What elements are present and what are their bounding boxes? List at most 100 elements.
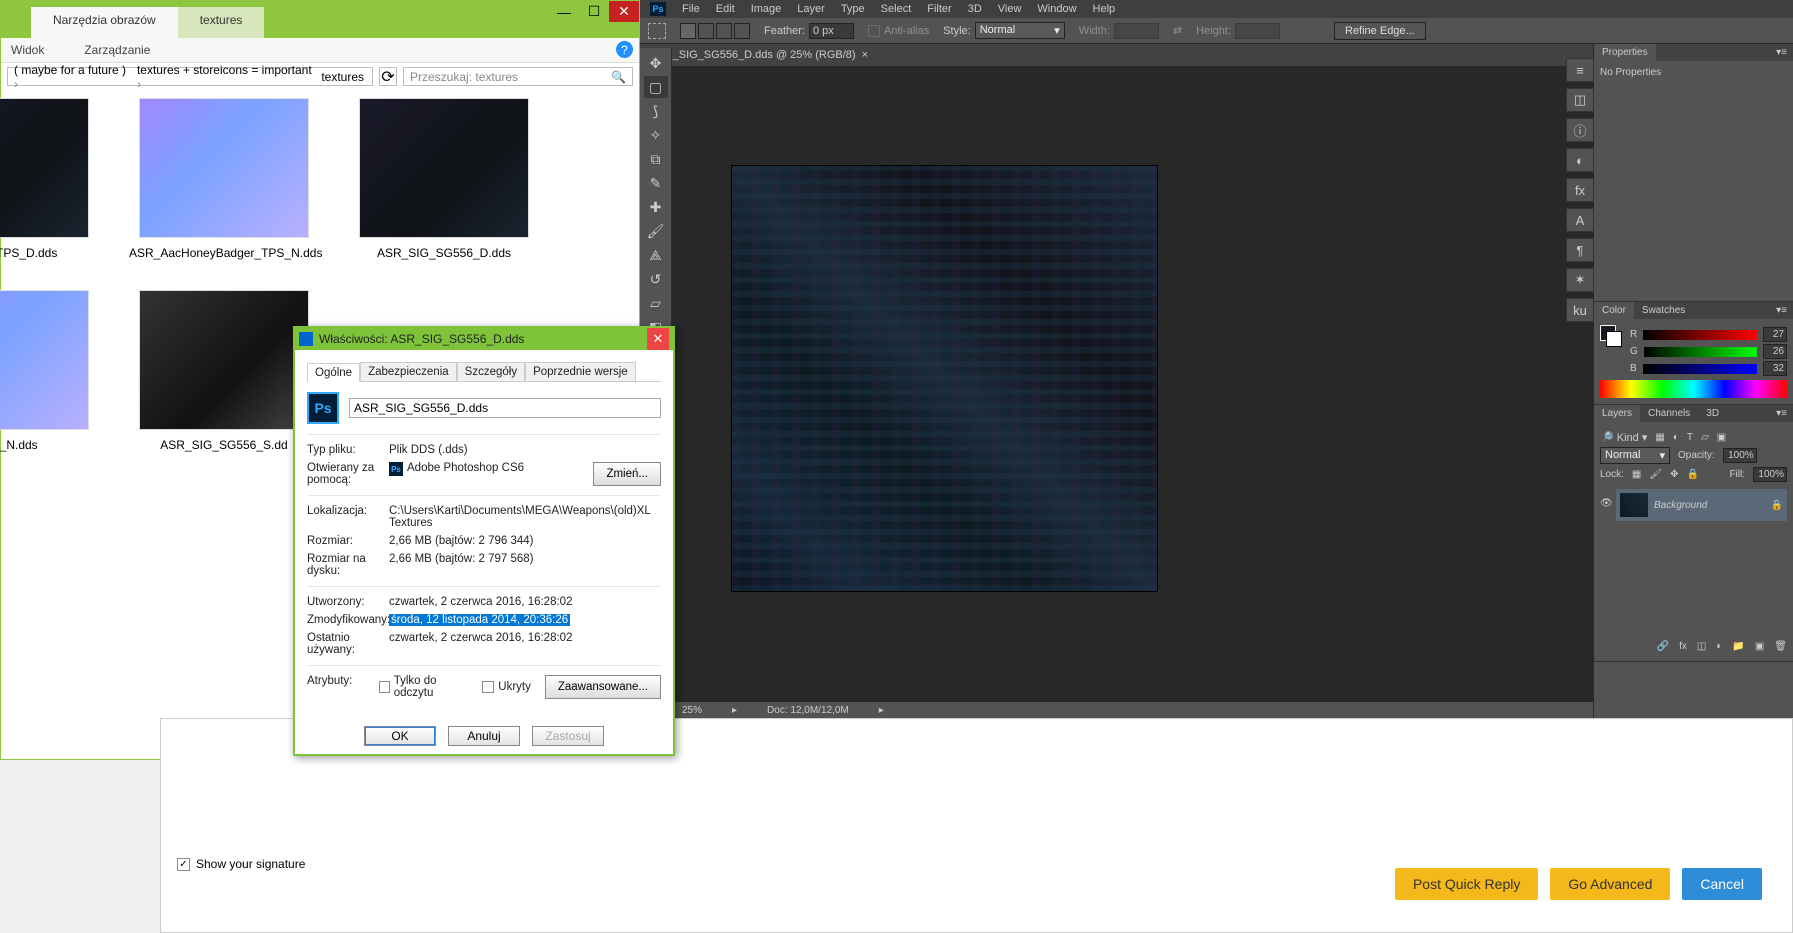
close-button[interactable]: ✕ — [647, 328, 669, 350]
selection-add-icon[interactable] — [698, 23, 714, 39]
ribbon-tab-image-tools[interactable]: Narzędzia obrazów — [31, 7, 178, 38]
eyedropper-tool-icon[interactable]: ✎ — [644, 172, 668, 194]
paragraph-icon[interactable]: ¶ — [1566, 238, 1594, 262]
menu-type[interactable]: Type — [841, 3, 865, 15]
close-button[interactable]: ✕ — [609, 1, 639, 22]
file-item[interactable]: ASR_SIG_SG556_D.dds — [349, 98, 539, 260]
brushes-icon[interactable]: ✶ — [1566, 268, 1594, 292]
status-icon[interactable]: ▸ — [732, 705, 737, 716]
apply-button[interactable]: Zastosuj — [532, 726, 604, 746]
lock-all-icon[interactable]: 🔒 — [1686, 469, 1698, 480]
refresh-icon[interactable]: ⟳ — [379, 67, 397, 86]
maximize-button[interactable]: ☐ — [579, 1, 609, 22]
change-button[interactable]: Zmień... — [593, 462, 661, 486]
cancel-button[interactable]: Anuluj — [448, 726, 520, 746]
kuler-icon[interactable]: ku — [1566, 298, 1594, 322]
modified-date[interactable]: środa, 12 listopada 2014, 20:36:26 — [389, 614, 570, 626]
selection-new-icon[interactable] — [680, 23, 696, 39]
menu-filter[interactable]: Filter — [927, 3, 951, 15]
menu-edit[interactable]: Edit — [716, 3, 735, 15]
minimize-button[interactable]: — — [549, 1, 579, 22]
ribbon-tab-textures[interactable]: textures — [178, 7, 265, 38]
panel-menu-icon[interactable]: ▾≡ — [1770, 405, 1793, 422]
tab-channels[interactable]: Channels — [1640, 405, 1698, 422]
tab-3d[interactable]: 3D — [1698, 405, 1727, 422]
status-arrow-icon[interactable]: ▸ — [879, 705, 884, 716]
character-icon[interactable]: A — [1566, 208, 1594, 232]
b-value[interactable]: 32 — [1763, 361, 1787, 376]
lock-position-icon[interactable]: ✥ — [1670, 469, 1678, 480]
tab-color[interactable]: Color — [1594, 302, 1634, 319]
r-value[interactable]: 27 — [1763, 327, 1787, 342]
filename-input[interactable] — [349, 398, 661, 418]
layer-item[interactable]: Background 🔒 — [1616, 489, 1787, 521]
marquee-preset-icon[interactable] — [648, 23, 666, 39]
histogram-icon[interactable]: ≡ — [1566, 58, 1594, 82]
menu-view[interactable]: View — [998, 3, 1022, 15]
menu-3d[interactable]: 3D — [968, 3, 982, 15]
file-item[interactable]: ASR_SIG_SG556_S.dd — [129, 290, 319, 452]
info-icon[interactable]: ⓘ — [1566, 118, 1594, 142]
history-brush-icon[interactable]: ↺ — [644, 268, 668, 290]
show-signature-checkbox[interactable]: ✓ — [177, 858, 190, 871]
tab-layers[interactable]: Layers — [1594, 405, 1640, 422]
menu-select[interactable]: Select — [881, 3, 912, 15]
navigator-icon[interactable]: ◫ — [1566, 88, 1594, 112]
r-slider[interactable] — [1643, 330, 1757, 340]
g-slider[interactable] — [1644, 347, 1757, 357]
background-swatch[interactable] — [1606, 331, 1622, 347]
post-quick-reply-button[interactable]: Post Quick Reply — [1395, 868, 1538, 900]
menu-window[interactable]: Window — [1037, 3, 1076, 15]
file-item[interactable]: Badger_TPS_D.dds — [0, 98, 99, 260]
ribbon-manage[interactable]: Zarządzanie — [84, 43, 150, 57]
tab-security[interactable]: Zabezpieczenia — [360, 362, 457, 381]
styles-icon[interactable]: fx — [1566, 178, 1594, 202]
file-item[interactable]: G556_N.dds — [0, 290, 99, 452]
tab-properties[interactable]: Properties — [1594, 44, 1656, 61]
lasso-tool-icon[interactable]: ⟆ — [644, 100, 668, 122]
feather-input[interactable] — [809, 23, 854, 39]
lock-image-icon[interactable]: 🖌 — [1649, 469, 1662, 480]
ok-button[interactable]: OK — [364, 726, 436, 746]
visibility-icon[interactable]: 👁 — [1600, 498, 1616, 509]
move-tool-icon[interactable]: ✥ — [644, 52, 668, 74]
go-advanced-button[interactable]: Go Advanced — [1550, 868, 1670, 900]
b-slider[interactable] — [1643, 364, 1757, 374]
filter-type-icon[interactable]: T — [1687, 432, 1693, 443]
group-icon[interactable]: 📁 — [1732, 641, 1744, 652]
document-canvas[interactable] — [732, 166, 1157, 591]
stamp-tool-icon[interactable]: ⟁ — [644, 244, 668, 266]
breadcrumb[interactable]: textures + storeicons = important — [137, 63, 317, 91]
lock-transparent-icon[interactable]: ▦ — [1632, 469, 1641, 480]
readonly-checkbox[interactable]: Tylko do odczytu — [379, 675, 468, 699]
tab-previous-versions[interactable]: Poprzednie wersje — [525, 362, 636, 381]
healing-tool-icon[interactable]: ✚ — [644, 196, 668, 218]
cancel-button[interactable]: Cancel — [1682, 868, 1762, 900]
wand-tool-icon[interactable]: ✧ — [644, 124, 668, 146]
search-input[interactable]: Przeszukaj: textures 🔍 — [403, 67, 633, 86]
zoom-level[interactable]: 25% — [682, 705, 702, 716]
link-layers-icon[interactable]: 🔗 — [1657, 641, 1669, 652]
ribbon-view[interactable]: Widok — [11, 43, 44, 57]
advanced-button[interactable]: Zaawansowane... — [545, 675, 661, 699]
close-tab-icon[interactable]: × — [862, 49, 868, 61]
filter-pixel-icon[interactable]: ▦ — [1655, 432, 1664, 443]
color-spectrum[interactable] — [1600, 380, 1787, 398]
tab-swatches[interactable]: Swatches — [1634, 302, 1693, 319]
menu-image[interactable]: Image — [751, 3, 782, 15]
style-dropdown[interactable]: Normal▾ — [975, 22, 1065, 39]
hidden-checkbox[interactable]: Ukryty — [482, 675, 531, 699]
address-bar[interactable]: ( maybe for a future ) textures + storei… — [7, 67, 373, 86]
menu-help[interactable]: Help — [1093, 3, 1116, 15]
breadcrumb[interactable]: ( maybe for a future ) — [14, 63, 133, 91]
opacity-value[interactable]: 100% — [1723, 448, 1757, 463]
panel-menu-icon[interactable]: ▾≡ — [1770, 302, 1793, 319]
tab-details[interactable]: Szczegóły — [457, 362, 525, 381]
refine-edge-button[interactable]: Refine Edge... — [1334, 22, 1426, 40]
brush-tool-icon[interactable]: 🖌 — [644, 220, 668, 242]
selection-subtract-icon[interactable] — [716, 23, 732, 39]
g-value[interactable]: 26 — [1763, 344, 1787, 359]
delete-layer-icon[interactable]: 🗑 — [1774, 641, 1787, 652]
marquee-tool-icon[interactable]: ▢ — [644, 76, 668, 98]
new-layer-icon[interactable]: ▣ — [1755, 641, 1764, 652]
